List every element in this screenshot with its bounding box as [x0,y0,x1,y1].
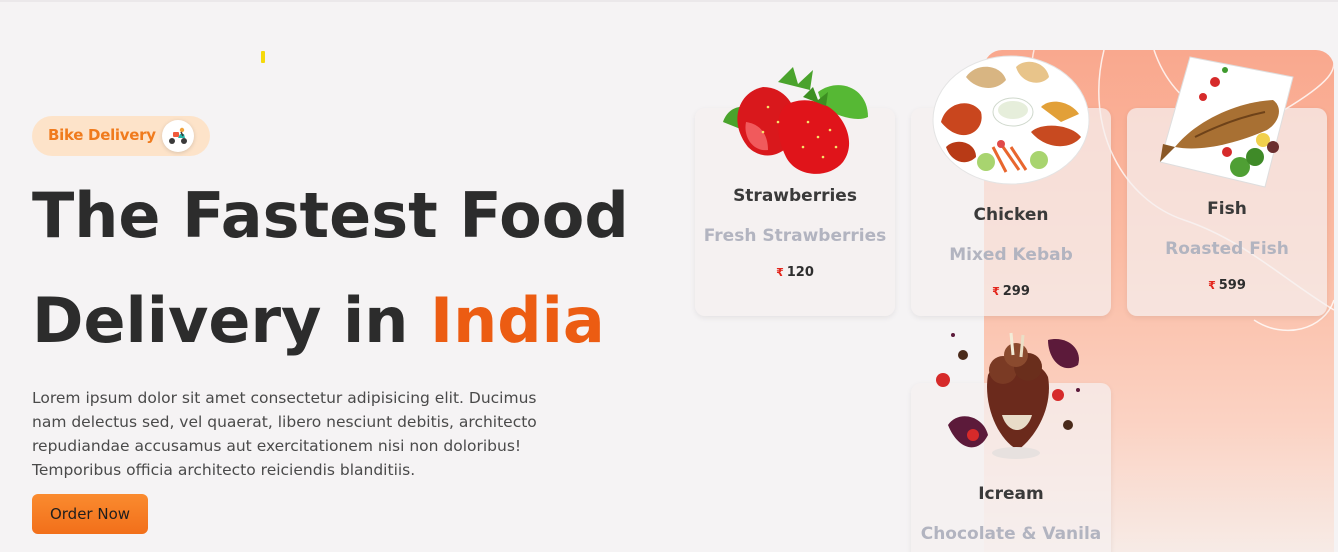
price-value: 120 [786,265,814,280]
rupee-icon: ₹ [1208,279,1216,292]
headline-accent: India [430,284,605,357]
headline-line-1: The Fastest Food [32,179,629,252]
headline-line-2: Delivery in India [32,290,605,352]
card-price: ₹299 [911,284,1111,299]
order-now-button[interactable]: Order Now [32,494,148,534]
cursor-mark [261,51,265,63]
price-value: 299 [1002,284,1030,299]
card-title: Fish [1207,199,1247,219]
bike-delivery-badge: Bike Delivery [32,116,210,156]
card-subtitle: Mixed Kebab [949,245,1073,265]
card-title: Strawberries [733,186,857,206]
rupee-icon: ₹ [776,266,784,279]
roasted-fish-image [1159,56,1294,188]
rupee-icon: ₹ [992,285,1000,298]
price-value: 599 [1218,278,1246,293]
scooter-icon [162,120,194,152]
strawberry-image [723,67,868,174]
card-price: ₹599 [1127,278,1327,293]
badge-label: Bike Delivery [48,126,156,144]
card-title: Chicken [973,205,1049,225]
card-title: Icream [978,484,1044,504]
hero-description: Lorem ipsum dolor sit amet consectetur a… [32,389,537,479]
card-subtitle: Fresh Strawberries [703,226,887,246]
icecream-image [936,332,1080,459]
card-subtitle: Chocolate & Vanila [920,524,1102,544]
top-border [0,0,1338,2]
kebab-platter-image [932,55,1090,185]
card-price: ₹120 [695,265,895,280]
card-subtitle: Roasted Fish [1165,239,1289,259]
headline-prefix: Delivery in [32,284,409,357]
